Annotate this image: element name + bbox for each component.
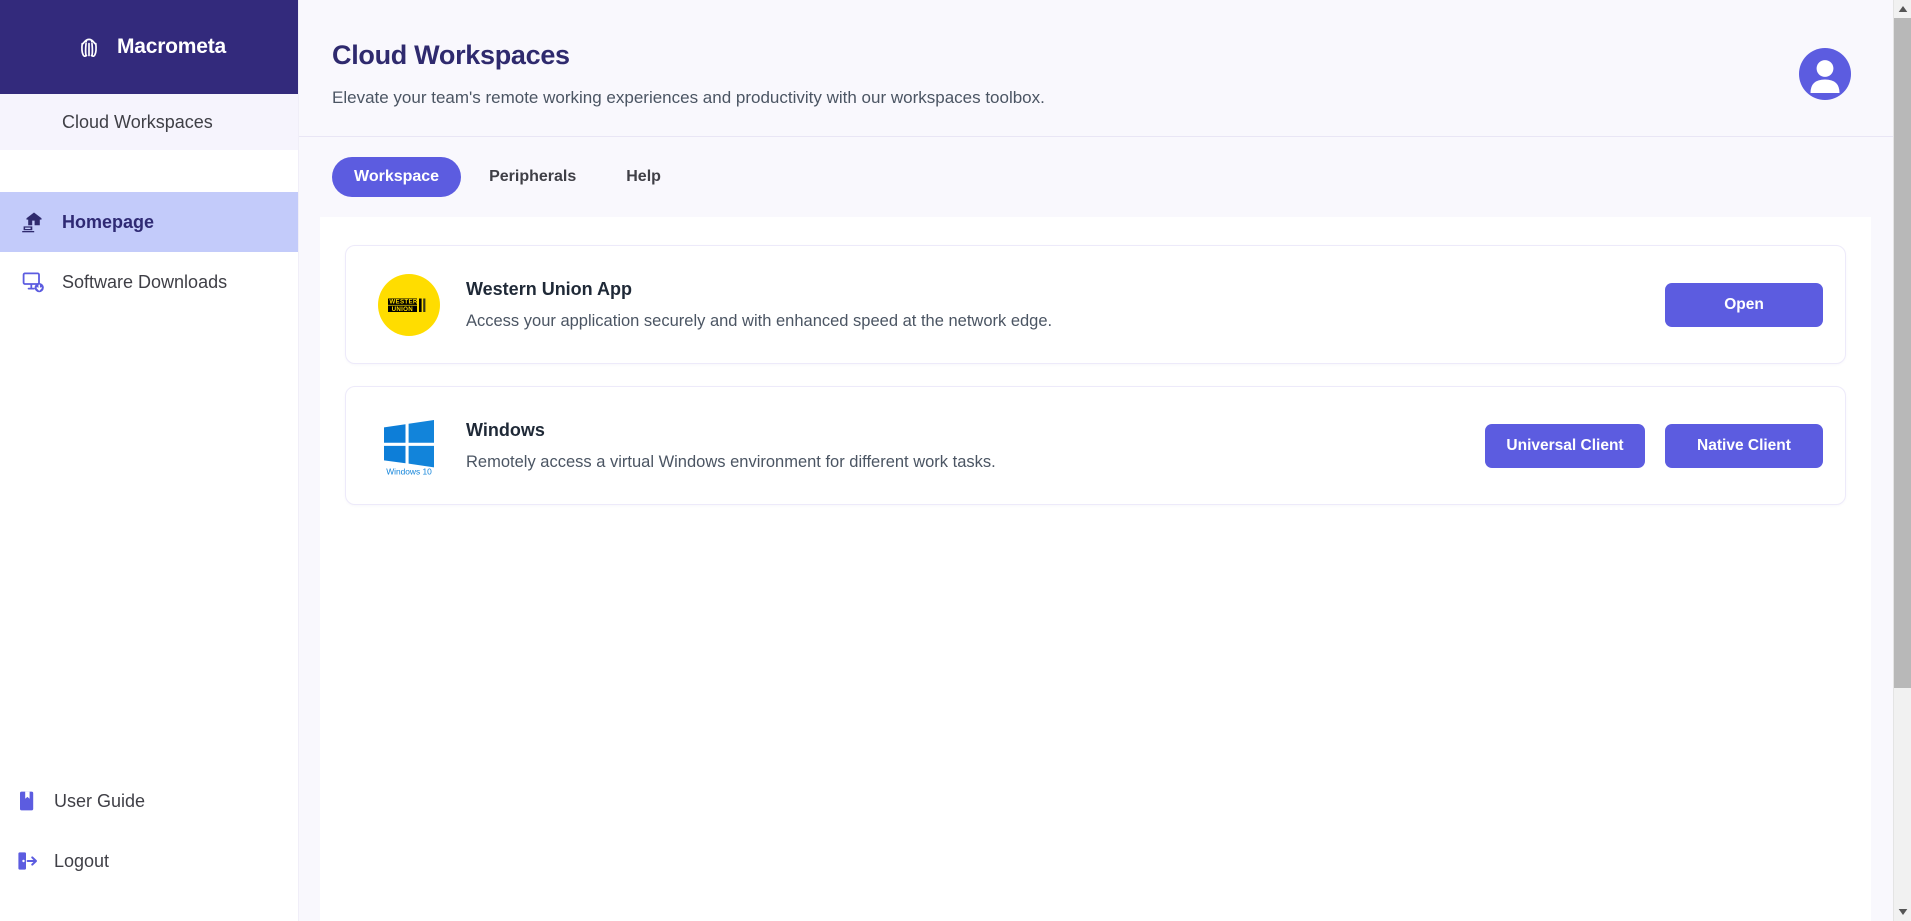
cards-panel: WESTERN UNION Western Union App Access y… (320, 217, 1871, 921)
card-title: Windows (466, 419, 545, 440)
card-text: Windows Remotely access a virtual Window… (466, 420, 1485, 472)
page-header: Cloud Workspaces Elevate your team's rem… (299, 0, 1911, 137)
native-client-button[interactable]: Native Client (1665, 423, 1823, 468)
scrollbar-track[interactable] (1893, 18, 1911, 903)
brand-header[interactable]: Macrometa (0, 0, 298, 94)
tab-peripherals[interactable]: Peripherals (467, 157, 598, 197)
user-avatar-icon[interactable] (1799, 48, 1851, 100)
sidebar-item-user-guide[interactable]: User Guide (0, 771, 298, 831)
book-icon (14, 788, 40, 814)
universal-client-button[interactable]: Universal Client (1485, 423, 1645, 468)
brand-name: Macrometa (116, 35, 227, 58)
tab-workspace[interactable]: Workspace (332, 157, 462, 197)
scroll-up-icon[interactable] (1893, 0, 1911, 18)
svg-text:UNION: UNION (392, 305, 414, 312)
scroll-down-icon[interactable] (1893, 903, 1911, 921)
card-western-union-app: WESTERN UNION Western Union App Access y… (345, 245, 1846, 364)
tab-help[interactable]: Help (604, 157, 683, 197)
sidebar-item-label: Homepage (62, 211, 155, 232)
open-button[interactable]: Open (1665, 282, 1823, 327)
octopus-logo-icon (72, 30, 106, 64)
page-title: Cloud Workspaces (332, 40, 570, 70)
page-subtitle: Elevate your team's remote working exper… (332, 88, 1045, 107)
card-description: Remotely access a virtual Windows enviro… (466, 452, 996, 471)
sidebar: Macrometa Cloud Workspaces Homepage Soft… (0, 0, 299, 921)
svg-text:WESTERN: WESTERN (389, 298, 422, 305)
sidebar-bottom-nav: User Guide Logout (0, 771, 298, 921)
monitor-download-icon (20, 269, 46, 295)
svg-text:Windows 10: Windows 10 (386, 466, 432, 476)
sidebar-section-cloud-workspaces[interactable]: Cloud Workspaces (0, 94, 298, 150)
windows-10-logo-icon: Windows 10 (378, 415, 440, 477)
home-remote-icon (20, 209, 46, 235)
sidebar-item-label: User Guide (54, 790, 146, 811)
card-description: Access your application securely and wit… (466, 311, 1053, 330)
tab-bar: Workspace Peripherals Help (299, 137, 1911, 217)
sidebar-item-logout[interactable]: Logout (0, 831, 298, 891)
card-actions: Universal Client Native Client (1485, 423, 1823, 468)
sidebar-gap (0, 150, 298, 192)
card-actions: Open (1665, 282, 1823, 327)
page-scrollbar[interactable] (1893, 0, 1911, 921)
sidebar-item-label: Software Downloads (62, 271, 228, 292)
card-title: Western Union App (466, 278, 632, 299)
card-windows: Windows 10 Windows Remotely access a vir… (345, 386, 1846, 505)
sidebar-section-label: Cloud Workspaces (62, 111, 213, 132)
sidebar-item-homepage[interactable]: Homepage (0, 192, 298, 252)
logout-icon (14, 848, 40, 874)
western-union-logo-icon: WESTERN UNION (378, 273, 440, 336)
sidebar-item-label: Logout (54, 850, 110, 871)
card-text: Western Union App Access your applicatio… (466, 279, 1665, 331)
sidebar-item-software-downloads[interactable]: Software Downloads (0, 252, 298, 312)
main-content: Cloud Workspaces Elevate your team's rem… (299, 0, 1911, 921)
app-root: Macrometa Cloud Workspaces Homepage Soft… (0, 0, 1911, 921)
scrollbar-thumb[interactable] (1893, 18, 1911, 688)
sidebar-nav: Homepage Software Downloads (0, 192, 298, 312)
